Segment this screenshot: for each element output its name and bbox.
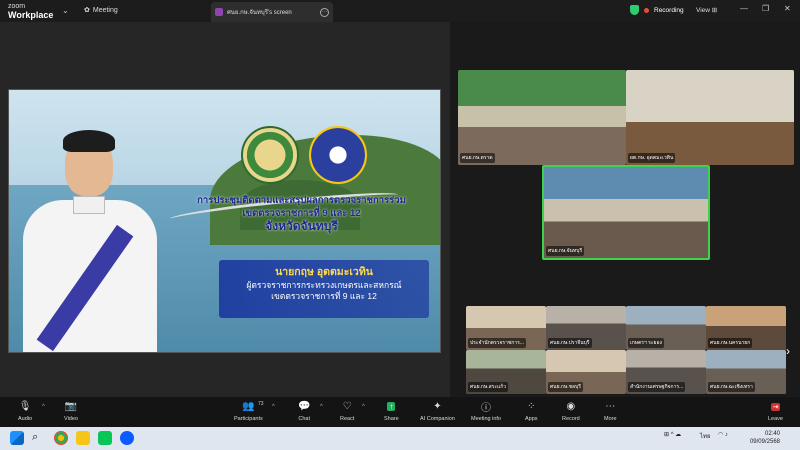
slide-title: การประชุมติดตามและสรุปผลการตรวจราชการร่ว… xyxy=(197,195,406,233)
security-shield-icon xyxy=(630,5,639,15)
shared-screen: การประชุมติดตามและสรุปผลการตรวจราชการร่ว… xyxy=(0,22,450,397)
shared-screen-tab[interactable]: ศนย.กษ.จันทบุรี's screen ⋯ xyxy=(211,2,333,22)
ai-companion-button[interactable]: ✦ AI Companion xyxy=(420,400,455,422)
chevron-up-icon[interactable]: ^ xyxy=(272,404,275,410)
video-tile[interactable]: เกษตรฯ ระยอง xyxy=(626,306,706,350)
apps-button[interactable]: ⁘ Apps xyxy=(525,400,538,422)
language-indicator[interactable]: ไทย xyxy=(700,431,711,441)
minimize-icon[interactable]: — xyxy=(740,4,748,13)
heart-icon: ♡ xyxy=(342,401,352,412)
search-icon[interactable]: ⌕ xyxy=(32,431,46,445)
system-clock[interactable]: 02:40 09/09/2568 xyxy=(750,430,780,446)
video-tile[interactable]: ศนย.กษ.สระแก้ว xyxy=(466,350,546,394)
share-button[interactable]: ↑ Share xyxy=(384,400,399,422)
video-tile[interactable]: ประจำนักตรวจราชการ... xyxy=(466,306,546,350)
meeting-info-button[interactable]: ⓘ Meeting info xyxy=(471,400,501,422)
video-tile[interactable]: ศนย.กษ.ปราจีนบุรี xyxy=(546,306,626,350)
record-button[interactable]: ◉ Record xyxy=(562,400,580,422)
video-tile[interactable]: ผต.กษ. อุดตมะเวทิน xyxy=(626,70,794,165)
apps-grid-icon: ⁘ xyxy=(527,401,536,412)
chevron-up-icon[interactable]: ^ xyxy=(42,404,45,410)
chat-button[interactable]: 💬 Chat xyxy=(298,400,310,422)
recording-dot-icon xyxy=(644,7,649,13)
wifi-icon[interactable]: ◠ ♪ xyxy=(718,431,728,438)
share-indicator-icon xyxy=(215,8,223,16)
participants-icon: 👥 xyxy=(242,401,255,412)
video-button[interactable]: 📷 Video xyxy=(64,400,78,422)
audio-button[interactable]: 🎙 Audio xyxy=(18,400,32,422)
react-button[interactable]: ♡ React xyxy=(340,400,354,422)
sparkle-icon: ✦ xyxy=(433,401,442,412)
chevron-up-icon[interactable]: ^ xyxy=(320,404,323,410)
province-emblem-icon xyxy=(309,126,367,184)
next-page-icon[interactable]: › xyxy=(786,344,790,358)
meeting-tab[interactable]: ✿ Meeting xyxy=(84,6,118,15)
folder-icon[interactable] xyxy=(76,431,90,445)
record-icon: ◉ xyxy=(566,401,576,412)
video-gallery: ศนย.กษ.ตราด ผต.กษ. อุดตมะเวทิน ศนย.กษ.จั… xyxy=(450,22,800,397)
video-tile[interactable]: ศนย.กษ.ตราด xyxy=(458,70,626,165)
windows-start-icon[interactable] xyxy=(10,431,24,445)
chat-bubble-icon: 💬 xyxy=(298,401,311,412)
video-tile[interactable]: ศนย.กษ.ชลบุรี xyxy=(546,350,626,394)
share-screen-icon: ↑ xyxy=(387,402,396,411)
ministry-emblem-icon xyxy=(241,126,299,184)
os-taskbar: ⌕ ⊞ ^ ☁ ไทย ◠ ♪ 02:40 09/09/2568 xyxy=(0,427,800,450)
chevron-up-icon[interactable]: ^ xyxy=(362,404,365,410)
video-tile[interactable]: ศนย.กษ.ฉะเชิงเทรา xyxy=(706,350,786,394)
chrome-icon[interactable] xyxy=(54,431,68,445)
leave-icon: ⇥ xyxy=(770,402,781,411)
line-app-icon[interactable] xyxy=(98,431,112,445)
official-portrait xyxy=(15,128,165,352)
zoom-logo: zoom Workplace xyxy=(8,3,54,20)
restore-icon[interactable]: ❐ xyxy=(762,4,769,13)
video-tile[interactable]: ศนย.กษ.นครนายก xyxy=(706,306,786,350)
close-icon[interactable]: ✕ xyxy=(784,4,791,13)
meeting-toolbar: 🎙 Audio ^ 📷 Video 👥 Participants 73 ^ 💬 … xyxy=(0,397,800,427)
video-tile[interactable]: สำนักงานเศรษฐกิจการ... xyxy=(626,350,706,394)
microphone-icon: 🎙 xyxy=(18,401,32,412)
video-camera-icon: 📷 xyxy=(64,401,78,412)
leave-button[interactable]: ⇥ Leave xyxy=(768,400,783,422)
presentation-slide: การประชุมติดตามและสรุปผลการตรวจราชการร่ว… xyxy=(8,89,441,353)
zoom-app-icon[interactable] xyxy=(120,431,134,445)
participants-count: 73 xyxy=(258,401,264,407)
title-bar: zoom Workplace ⌄ ✿ Meeting ศนย.กษ.จันทบุ… xyxy=(0,0,800,22)
recording-indicator[interactable]: Recording xyxy=(630,5,684,15)
meeting-icon: ✿ xyxy=(84,7,90,14)
view-button[interactable]: View ⊞ xyxy=(696,6,717,14)
more-options-icon[interactable]: ⋯ xyxy=(320,7,329,17)
name-banner: นายกฤษ อุตตมะเวทิน ผู้ตรวจราชการกระทรวงเ… xyxy=(219,260,429,318)
chevron-down-icon[interactable]: ⌄ xyxy=(62,6,69,15)
active-speaker-tile[interactable]: ศนย.กษ.จันทบุรี xyxy=(542,165,710,260)
tray-icons[interactable]: ⊞ ^ ☁ xyxy=(664,431,681,438)
info-icon: ⓘ xyxy=(480,403,491,414)
more-button[interactable]: ⋯ More xyxy=(604,400,617,422)
more-icon: ⋯ xyxy=(605,401,616,412)
